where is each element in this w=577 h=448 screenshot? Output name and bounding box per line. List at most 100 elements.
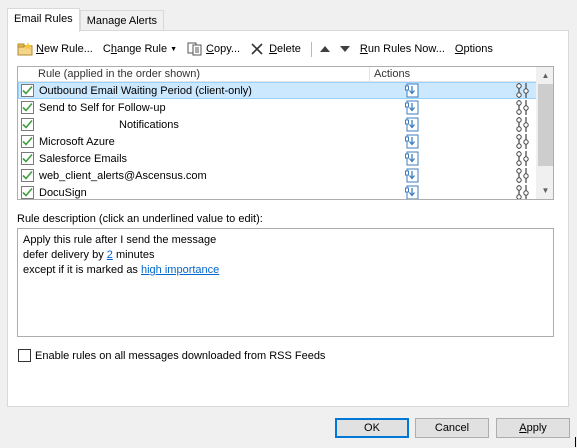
rules-list-header: Rule (applied in the order shown) Action… [18, 67, 553, 82]
rule-row[interactable]: Notifications [18, 116, 553, 133]
apply-accel: A [519, 422, 527, 434]
importance-link[interactable]: high importance [141, 264, 219, 276]
column-header-actions[interactable]: Actions [370, 67, 410, 81]
scroll-down-icon[interactable]: ▼ [537, 182, 553, 199]
rule-name-text: DocuSign [39, 186, 87, 199]
copy-label: opy... [214, 43, 241, 55]
delete-x-icon [250, 42, 266, 56]
rule-enabled-checkbox[interactable] [21, 84, 34, 97]
rules-toolbar: New Rule... Change Rule ▼ Copy... Delete… [17, 39, 503, 59]
delete-button[interactable]: Delete [250, 39, 301, 59]
rule-row[interactable]: DocuSign [18, 184, 553, 199]
run-rules-accel: R [359, 43, 368, 55]
rule-description-label: Rule description (click an underlined va… [17, 213, 263, 225]
rule-settings-icon[interactable] [515, 167, 531, 184]
rule-row[interactable]: web_client_alerts@Ascensus.com [18, 167, 553, 184]
rule-enabled-checkbox[interactable] [21, 118, 34, 131]
rule-name-text: Send to Self for Follow-up [39, 101, 166, 114]
description-line-3-text: except if it is marked as [23, 264, 141, 276]
rss-checkbox[interactable] [18, 349, 31, 362]
apply-label: pply [526, 422, 547, 434]
rule-name: web_client_alerts@Ascensus.com [39, 170, 404, 182]
copy-icon [187, 42, 203, 56]
rule-name-text: Notifications [119, 118, 179, 131]
rule-name-text: Microsoft Azure [39, 135, 115, 148]
rule-action-icon [405, 168, 421, 183]
description-line-2-text: defer delivery by [23, 249, 107, 261]
change-rule-label-pre: C [102, 43, 111, 55]
rss-label: Enable rules on all messages downloaded … [35, 349, 326, 362]
change-rule-button[interactable]: Change Rule ▼ [103, 39, 177, 59]
rule-settings-icon[interactable] [515, 150, 531, 167]
rule-row[interactable]: Outbound Email Waiting Period (client-on… [18, 82, 553, 99]
rule-name: Microsoft Azure [39, 136, 404, 148]
rule-settings-icon[interactable] [515, 133, 531, 150]
rule-enabled-checkbox[interactable] [21, 135, 34, 148]
rule-settings-icon[interactable] [515, 99, 531, 116]
copy-button[interactable]: Copy... [187, 39, 240, 59]
ok-button[interactable]: OK [335, 418, 409, 438]
new-rule-label: ew Rule... [43, 43, 93, 55]
rule-description-box: Apply this rule after I send the message… [17, 228, 554, 337]
rule-action-icon [405, 151, 421, 166]
chevron-down-icon: ▼ [170, 45, 178, 53]
rule-enabled-checkbox[interactable] [21, 152, 34, 165]
rule-name: Notifications [39, 119, 404, 131]
new-rule-accel: N [36, 43, 44, 55]
cancel-button[interactable]: Cancel [415, 418, 489, 438]
copy-accel: C [206, 43, 214, 55]
move-up-button[interactable] [319, 39, 330, 59]
rule-name-text: web_client_alerts@Ascensus.com [39, 169, 207, 182]
rule-settings-icon[interactable] [515, 116, 531, 133]
description-line-3: except if it is marked as high importanc… [23, 263, 548, 278]
rule-row[interactable]: Salesforce Emails [18, 150, 553, 167]
apply-button[interactable]: Apply [496, 418, 570, 438]
ok-label: OK [364, 422, 380, 434]
cancel-label: Cancel [434, 422, 470, 434]
tab-strip: Email Rules Manage Alerts [7, 8, 165, 32]
rule-row[interactable]: Microsoft Azure [18, 133, 553, 150]
rule-name: Outbound Email Waiting Period (client-on… [39, 85, 404, 97]
rule-enabled-checkbox[interactable] [21, 186, 34, 199]
change-rule-label: ange Rule [116, 43, 168, 55]
arrow-down-icon [339, 46, 350, 52]
rule-name-text: Outbound Email Waiting Period (client-on… [39, 84, 252, 97]
options-label: ptions [463, 43, 493, 55]
rules-scrollbar[interactable]: ▲ ▼ [536, 67, 553, 199]
options-button[interactable]: Options [455, 39, 493, 59]
tab-email-rules[interactable]: Email Rules [7, 8, 80, 32]
rss-rules-option[interactable]: Enable rules on all messages downloaded … [18, 349, 325, 362]
scroll-thumb[interactable] [538, 84, 553, 166]
description-line-2-suffix: minutes [112, 249, 155, 261]
move-down-button[interactable] [339, 39, 350, 59]
run-rules-label: un Rules Now... [367, 43, 445, 55]
rule-enabled-checkbox[interactable] [21, 169, 34, 182]
delete-label: elete [277, 43, 301, 55]
run-rules-now-button[interactable]: Run Rules Now... [360, 39, 445, 59]
new-rule-button[interactable]: New Rule... [17, 39, 93, 59]
rule-enabled-checkbox[interactable] [21, 101, 34, 114]
description-line-1: Apply this rule after I send the message [23, 234, 217, 246]
rule-action-icon [405, 83, 421, 98]
new-rule-icon [17, 42, 33, 56]
rule-action-icon [405, 185, 421, 199]
toolbar-separator [310, 41, 312, 57]
description-line-2: defer delivery by 2 minutes [23, 248, 548, 263]
rule-name: Salesforce Emails [39, 153, 404, 165]
scroll-up-icon[interactable]: ▲ [537, 67, 553, 84]
arrow-up-icon [319, 46, 330, 52]
rule-action-icon [405, 134, 421, 149]
tab-manage-alerts[interactable]: Manage Alerts [79, 10, 165, 31]
column-header-rule[interactable]: Rule (applied in the order shown) [18, 67, 370, 81]
rule-name: DocuSign [39, 187, 404, 199]
rule-action-icon [405, 100, 421, 115]
rule-settings-icon[interactable] [515, 82, 531, 99]
rules-list[interactable]: Rule (applied in the order shown) Action… [17, 66, 554, 200]
rule-action-icon [405, 117, 421, 132]
resize-grip[interactable] [575, 437, 576, 447]
delete-accel: D [269, 43, 278, 55]
rule-settings-icon[interactable] [515, 184, 531, 199]
rule-row[interactable]: Send to Self for Follow-up [18, 99, 553, 116]
rules-rows: Outbound Email Waiting Period (client-on… [18, 82, 553, 199]
rule-name: Send to Self for Follow-up [39, 102, 404, 114]
